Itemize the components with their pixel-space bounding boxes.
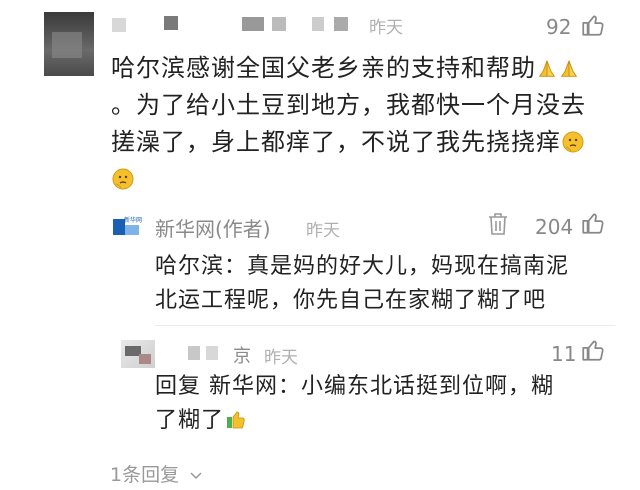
reply-author[interactable]: 京	[233, 342, 251, 368]
comment-line: 。为了给小土豆到地方，我都快一个月没去	[111, 91, 586, 119]
thinking-face-icon	[112, 168, 134, 190]
replies-toggle[interactable]: 1条回复	[110, 460, 203, 487]
username-redacted[interactable]	[112, 14, 372, 34]
comment-line: 搓澡了，身上都痒了，不说了我先挠挠痒	[111, 128, 561, 156]
reply-time: 昨天	[264, 348, 298, 368]
thumbs-up-icon[interactable]	[580, 337, 606, 363]
praying-hands-icon	[560, 60, 578, 77]
username-redacted[interactable]	[170, 342, 226, 362]
thumbs-up-emoji-icon	[227, 411, 245, 429]
thumbs-up-icon[interactable]	[580, 210, 606, 236]
like-count: 11	[551, 342, 577, 366]
comment-line: 哈尔滨感谢全国父老乡亲的支持和帮助	[111, 54, 536, 82]
reply-author[interactable]: 新华网(作者)	[155, 213, 271, 242]
like-count: 204	[535, 215, 574, 239]
praying-hands-icon	[538, 60, 556, 77]
divider	[155, 325, 615, 326]
reply-line: 北运工程呢，你先自己在家糊了糊了吧	[155, 288, 547, 313]
like-count: 92	[546, 15, 572, 39]
trash-icon[interactable]	[486, 211, 510, 237]
comment-time: 昨天	[369, 18, 403, 38]
thinking-face-icon	[562, 131, 584, 153]
reply-line: 回复 新华网：小编东北话挺到位啊，糊	[155, 374, 554, 399]
replies-label: 1条回复	[110, 464, 180, 486]
chevron-down-icon	[190, 472, 202, 480]
avatar[interactable]	[44, 12, 94, 76]
xinhua-logo[interactable]: 新华网	[113, 213, 143, 241]
thumbs-up-icon[interactable]	[580, 12, 606, 38]
xinhua-logo-text: 新华网	[124, 217, 143, 224]
reply-body: 哈尔滨：真是妈的好大儿，妈现在搞南泥 北运工程呢，你先自己在家糊了糊了吧	[155, 250, 615, 318]
reply-time: 昨天	[306, 221, 340, 241]
reply-body: 回复 新华网：小编东北话挺到位啊，糊 了糊了	[155, 370, 615, 438]
avatar[interactable]	[121, 340, 155, 368]
reply-line: 哈尔滨：真是妈的好大儿，妈现在搞南泥	[155, 254, 570, 279]
comment-body: 哈尔滨感谢全国父老乡亲的支持和帮助 。为了给小土豆到地方，我都快一个月没去 搓澡…	[111, 50, 611, 198]
reply-line: 了糊了	[155, 408, 225, 433]
